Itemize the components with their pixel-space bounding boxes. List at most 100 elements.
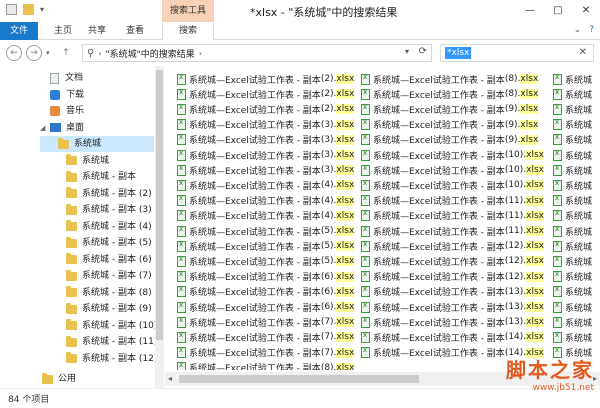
tab-search[interactable]: 搜索 bbox=[162, 22, 214, 40]
minimize-button[interactable]: — bbox=[516, 0, 544, 20]
nav-item[interactable]: 系统城 bbox=[66, 153, 109, 169]
file-item[interactable]: 系统城—Excel试验工作表 - 副本 (12).xlsx bbox=[361, 254, 544, 268]
file-item[interactable]: 系统城—Excel试验工作表 - 副本 (5).xlsx bbox=[177, 224, 355, 238]
nav-item[interactable]: 系统城 - 副本 (6) bbox=[66, 252, 152, 268]
maximize-button[interactable]: □ bbox=[544, 0, 572, 20]
new-folder-icon[interactable] bbox=[23, 4, 34, 15]
file-item[interactable]: 系统城—Excel试验工作表 - 副本 (8).xlsx bbox=[361, 72, 539, 86]
file-item[interactable]: 系统城 bbox=[553, 178, 592, 192]
file-item[interactable]: 系统城—Excel试验工作表 - 副本 (10).xlsx bbox=[361, 178, 544, 192]
qat-dropdown-icon[interactable]: ▾ bbox=[40, 5, 44, 14]
file-item[interactable]: 系统城 bbox=[553, 254, 592, 268]
nav-item[interactable]: 系统城 - 副本 (11) bbox=[66, 334, 157, 350]
clear-search-icon[interactable]: ✕ bbox=[579, 47, 587, 58]
file-item[interactable]: 系统城—Excel试验工作表 - 副本 (4).xlsx bbox=[177, 209, 355, 223]
tab-share[interactable]: 共享 bbox=[82, 22, 112, 40]
up-button[interactable]: ↑ bbox=[58, 45, 74, 61]
tab-file[interactable]: 文件 bbox=[0, 22, 38, 40]
nav-item[interactable]: 系统城 - 副本 (7) bbox=[66, 268, 152, 284]
file-item[interactable]: 系统城 bbox=[553, 102, 592, 116]
file-item[interactable]: 系统城—Excel试验工作表 - 副本 (4).xlsx bbox=[177, 194, 355, 208]
file-item[interactable]: 系统城—Excel试验工作表 - 副本 (2).xlsx bbox=[177, 87, 355, 101]
file-item[interactable]: 系统城—Excel试验工作表 - 副本 (3).xlsx bbox=[177, 163, 355, 177]
file-item[interactable]: 系统城—Excel试验工作表 - 副本 (10).xlsx bbox=[361, 148, 544, 162]
nav-item[interactable]: 系统城 - 副本 (4) bbox=[66, 219, 152, 235]
nav-scroll-thumb[interactable] bbox=[156, 70, 163, 340]
refresh-icon[interactable]: ⟳ bbox=[419, 46, 427, 57]
nav-item[interactable]: 系统城 - 副本 (2) bbox=[66, 186, 152, 202]
nav-item[interactable]: 文档 bbox=[50, 70, 83, 86]
nav-item[interactable]: 系统城 - 副本 (8) bbox=[66, 285, 152, 301]
file-item[interactable]: 系统城—Excel试验工作表 - 副本 (2).xlsx bbox=[177, 102, 355, 116]
file-item[interactable]: 系统城 bbox=[553, 87, 592, 101]
nav-item[interactable]: 系统城 - 副本 (5) bbox=[66, 235, 152, 251]
address-bar[interactable]: ⚲ › "系统城"中的搜索结果 › ▾ ⟳ bbox=[82, 44, 432, 62]
nav-item[interactable]: 下载 bbox=[50, 87, 84, 103]
file-item[interactable]: 系统城—Excel试验工作表 - 副本 (9).xlsx bbox=[361, 102, 539, 116]
file-item[interactable]: 系统城—Excel试验工作表 - 副本 (10).xlsx bbox=[361, 163, 544, 177]
file-item[interactable]: 系统城—Excel试验工作表 - 副本 (3).xlsx bbox=[177, 148, 355, 162]
tab-home[interactable]: 主页 bbox=[48, 22, 78, 40]
file-item[interactable]: 系统城 bbox=[553, 270, 592, 284]
scroll-left-icon[interactable]: ◂ bbox=[168, 374, 172, 383]
file-item[interactable]: 系统城 bbox=[553, 330, 592, 344]
nav-item[interactable]: 公用 bbox=[42, 371, 76, 387]
file-item[interactable]: 系统城 bbox=[553, 72, 592, 86]
file-item[interactable]: 系统城—Excel试验工作表 - 副本 (14).xlsx bbox=[361, 330, 544, 344]
file-item[interactable]: 系统城 bbox=[553, 285, 592, 299]
file-item[interactable]: 系统城—Excel试验工作表 - 副本 (7).xlsx bbox=[177, 315, 355, 329]
file-item[interactable]: 系统城 bbox=[553, 224, 592, 238]
recent-locations-icon[interactable]: ▾ bbox=[46, 49, 50, 57]
nav-item[interactable]: 系统城 bbox=[40, 136, 154, 152]
search-box[interactable]: *xlsx ✕ bbox=[440, 44, 594, 62]
file-item[interactable]: 系统城—Excel试验工作表 - 副本 (7).xlsx bbox=[177, 346, 355, 360]
horizontal-scroll-thumb[interactable] bbox=[179, 375, 419, 383]
file-item[interactable]: 系统城—Excel试验工作表 - 副本 (5).xlsx bbox=[177, 239, 355, 253]
breadcrumb[interactable]: "系统城"中的搜索结果 bbox=[106, 47, 195, 60]
tab-view[interactable]: 查看 bbox=[118, 22, 152, 40]
file-item[interactable]: 系统城—Excel试验工作表 - 副本 (11).xlsx bbox=[361, 209, 544, 223]
file-item[interactable]: 系统城—Excel试验工作表 - 副本 (8).xlsx bbox=[177, 361, 355, 370]
file-item[interactable]: 系统城 bbox=[553, 209, 592, 223]
properties-icon[interactable] bbox=[6, 4, 17, 15]
search-input[interactable]: *xlsx bbox=[445, 47, 472, 59]
file-item[interactable]: 系统城—Excel试验工作表 - 副本 (9).xlsx bbox=[361, 118, 539, 132]
file-item[interactable]: 系统城—Excel试验工作表 - 副本 (5).xlsx bbox=[177, 254, 355, 268]
file-item[interactable]: 系统城 bbox=[553, 239, 592, 253]
back-button[interactable]: ← bbox=[6, 45, 22, 61]
file-item[interactable]: 系统城—Excel试验工作表 - 副本 (11).xlsx bbox=[361, 224, 544, 238]
nav-item[interactable]: 音乐 bbox=[50, 103, 84, 119]
file-item[interactable]: 系统城 bbox=[553, 118, 592, 132]
nav-item[interactable]: 系统城 - 副本 (3) bbox=[66, 202, 152, 218]
close-button[interactable]: ✕ bbox=[572, 0, 600, 20]
nav-scrollbar[interactable] bbox=[155, 66, 164, 388]
file-item[interactable]: 系统城—Excel试验工作表 - 副本 (9).xlsx bbox=[361, 133, 539, 147]
nav-item[interactable]: 系统城 - 副本 (10) bbox=[66, 318, 157, 334]
expand-arrow-icon[interactable]: ◢ bbox=[40, 120, 48, 136]
expand-ribbon-icon[interactable]: ⌄ bbox=[574, 25, 582, 35]
file-item[interactable]: 系统城—Excel试验工作表 - 副本 (6).xlsx bbox=[177, 300, 355, 314]
file-item[interactable]: 系统城—Excel试验工作表 - 副本 (11).xlsx bbox=[361, 194, 544, 208]
nav-item[interactable]: ◢ 桌面 bbox=[40, 120, 84, 136]
file-item[interactable]: 系统城—Excel试验工作表 - 副本 (12).xlsx bbox=[361, 239, 544, 253]
file-item[interactable]: 系统城—Excel试验工作表 - 副本 (6).xlsx bbox=[177, 285, 355, 299]
file-item[interactable]: 系统城—Excel试验工作表 - 副本 (8).xlsx bbox=[361, 87, 539, 101]
file-item[interactable]: 系统城—Excel试验工作表 - 副本 (3).xlsx bbox=[177, 133, 355, 147]
file-item[interactable]: 系统城 bbox=[553, 315, 592, 329]
file-item[interactable]: 系统城—Excel试验工作表 - 副本 (4).xlsx bbox=[177, 178, 355, 192]
file-item[interactable]: 系统城—Excel试验工作表 - 副本 (6).xlsx bbox=[177, 270, 355, 284]
file-item[interactable]: 系统城 bbox=[553, 300, 592, 314]
nav-item[interactable]: 系统城 - 副本 (12) bbox=[66, 351, 157, 367]
file-item[interactable]: 系统城 bbox=[553, 133, 592, 147]
file-item[interactable]: 系统城—Excel试验工作表 - 副本 (13).xlsx bbox=[361, 285, 544, 299]
nav-item[interactable]: 系统城 - 副本 (9) bbox=[66, 301, 152, 317]
file-item[interactable]: 系统城—Excel试验工作表 - 副本 (2).xlsx bbox=[177, 72, 355, 86]
nav-item[interactable]: 系统城 - 副本 bbox=[66, 169, 136, 185]
file-item[interactable]: 系统城—Excel试验工作表 - 副本 (12).xlsx bbox=[361, 270, 544, 284]
file-item[interactable]: 系统城 bbox=[553, 194, 592, 208]
file-item[interactable]: 系统城 bbox=[553, 163, 592, 177]
file-item[interactable]: 系统城—Excel试验工作表 - 副本 (3).xlsx bbox=[177, 118, 355, 132]
file-item[interactable]: 系统城—Excel试验工作表 - 副本 (13).xlsx bbox=[361, 300, 544, 314]
help-icon[interactable]: ? bbox=[589, 25, 594, 35]
address-dropdown-icon[interactable]: ▾ bbox=[405, 47, 409, 56]
